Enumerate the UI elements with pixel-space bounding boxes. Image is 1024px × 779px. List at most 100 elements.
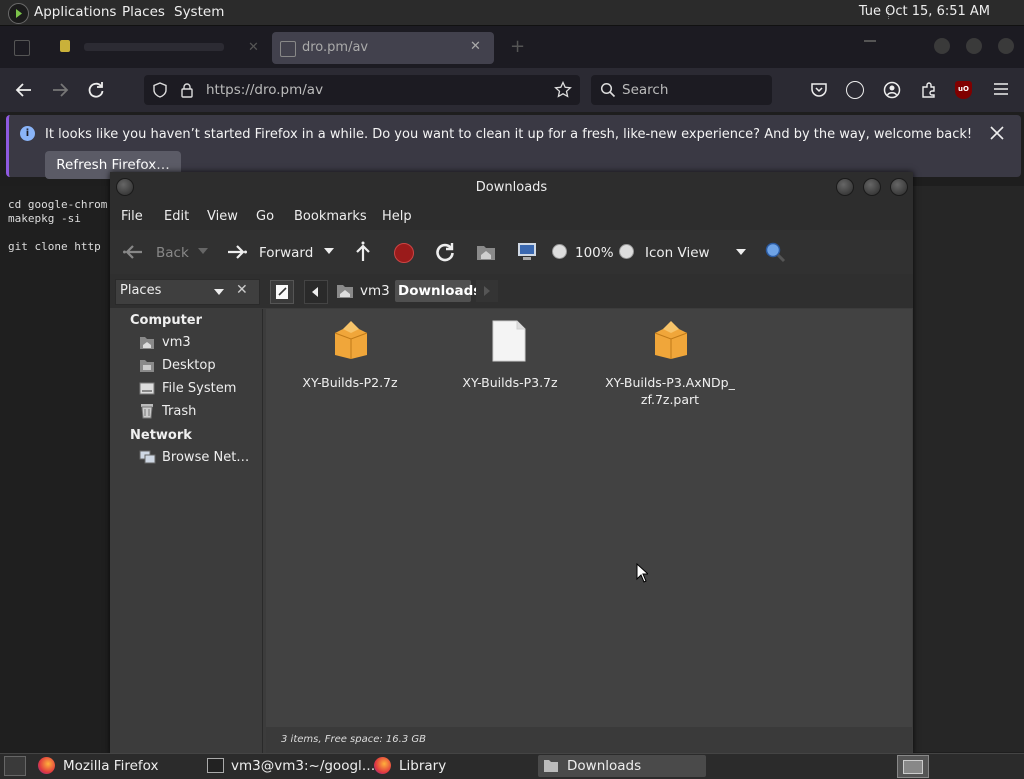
sidebar-item-vm3[interactable]: vm3	[138, 334, 258, 354]
url-bar[interactable]: https://dro.pm/av	[144, 75, 580, 105]
workspace-switcher[interactable]	[897, 755, 929, 778]
breadcrumb-right-arrow[interactable]	[476, 280, 498, 302]
zoom-in-icon[interactable]	[619, 244, 634, 259]
sidebar-item-browse-network[interactable]: Browse Net…	[138, 449, 262, 469]
home-folder-icon[interactable]	[476, 243, 496, 261]
computer-icon[interactable]	[516, 242, 538, 262]
breadcrumb-downloads[interactable]: Downloads	[395, 280, 481, 302]
taskbar-item-terminal[interactable]: vm3@vm3:~/googl…	[231, 756, 375, 776]
file-manager-titlebar[interactable]: Downloads	[110, 172, 913, 204]
stop-icon[interactable]	[394, 243, 414, 263]
shield-icon[interactable]	[152, 82, 168, 98]
minimize-window-icon[interactable]	[836, 178, 854, 196]
window-menu-icon[interactable]	[116, 178, 134, 196]
distro-logo-icon[interactable]	[8, 3, 29, 24]
terminal-line: cd google-chrom	[8, 198, 108, 211]
background-tab-label[interactable]	[84, 43, 224, 51]
back-icon[interactable]	[122, 242, 144, 262]
up-icon[interactable]	[353, 241, 373, 263]
pocket-icon[interactable]	[810, 81, 828, 99]
menu-edit[interactable]: Edit	[164, 209, 189, 224]
clock[interactable]: Tue Oct 15, 6:51 AM	[859, 4, 990, 19]
tab-close-icon[interactable]: ✕	[470, 39, 481, 54]
breadcrumb-vm3[interactable]: vm3	[332, 280, 390, 302]
file-item[interactable]: XY-Builds-P2.7z	[270, 317, 430, 407]
forward-button-label[interactable]: Forward	[259, 245, 313, 261]
reload-icon[interactable]	[86, 80, 106, 100]
sidebar-item-label: Desktop	[162, 358, 216, 373]
back-arrow-icon[interactable]	[14, 80, 34, 100]
top-panel: Applications Places System Tue Oct 15, 6…	[0, 0, 1024, 26]
drive-icon	[139, 381, 155, 396]
taskbar-item-firefox[interactable]: Mozilla Firefox	[63, 756, 159, 776]
minimize-browser-icon[interactable]	[934, 38, 950, 54]
tab-favicon-icon	[280, 41, 296, 57]
tab-overview-icon[interactable]	[14, 40, 30, 56]
menu-bookmarks[interactable]: Bookmarks	[294, 209, 367, 224]
sidebar-item-label: vm3	[162, 335, 191, 350]
view-mode-dropdown-icon[interactable]	[736, 249, 746, 255]
bookmark-star-icon[interactable]	[554, 81, 572, 99]
close-sidebar-icon[interactable]: ✕	[236, 282, 248, 298]
search-placeholder: Search	[622, 82, 669, 98]
search-bar[interactable]: Search	[591, 75, 772, 105]
back-dropdown-icon[interactable]	[198, 248, 208, 254]
places-combo-label: Places	[120, 283, 162, 298]
ublock-origin-icon[interactable]: uO	[955, 81, 972, 99]
new-tab-icon[interactable]: +	[510, 36, 525, 57]
terminal-window[interactable]: cd google-chrom makepkg -si git clone ht…	[0, 186, 112, 752]
sidebar-item-desktop[interactable]: Desktop	[138, 357, 258, 377]
zoom-level: 100%	[575, 245, 614, 261]
menu-view[interactable]: View	[207, 209, 238, 224]
back-button-label[interactable]: Back	[156, 245, 189, 261]
toggle-location-entry-icon[interactable]	[270, 280, 294, 304]
places-menu[interactable]: Places	[122, 4, 165, 20]
show-desktop-icon[interactable]	[4, 756, 26, 776]
close-browser-icon[interactable]	[998, 38, 1014, 54]
sidebar-item-label: Trash	[162, 404, 197, 419]
document-icon	[491, 319, 527, 363]
account-icon[interactable]	[883, 81, 901, 99]
forward-icon[interactable]	[226, 242, 248, 262]
breadcrumb-left-arrow[interactable]	[304, 280, 328, 304]
folder-icon	[543, 759, 559, 773]
places-sidebar: Computer vm3 Desktop File System Trash N…	[112, 309, 263, 753]
list-tabs-icon[interactable]	[864, 40, 876, 42]
reload-icon[interactable]	[434, 241, 456, 263]
taskbar-item-label: Downloads	[567, 758, 642, 774]
close-window-icon[interactable]	[890, 178, 908, 196]
extensions-puzzle-icon[interactable]	[920, 81, 938, 99]
sidebar-item-label: Browse Net…	[162, 450, 250, 465]
taskbar-item-library[interactable]: Library	[399, 756, 446, 776]
menu-go[interactable]: Go	[256, 209, 274, 224]
pinned-tab-favicon-icon[interactable]	[60, 40, 70, 52]
zoom-out-icon[interactable]	[552, 244, 567, 259]
forward-dropdown-icon[interactable]	[324, 248, 334, 254]
url-text[interactable]: https://dro.pm/av	[206, 82, 323, 98]
tab-title: dro.pm/av	[302, 40, 369, 55]
sidebar-item-file-system[interactable]: File System	[138, 380, 258, 400]
sidebar-header-computer: Computer	[130, 313, 203, 328]
maximize-browser-icon[interactable]	[966, 38, 982, 54]
taskbar-item-downloads-active[interactable]: Downloads	[538, 755, 706, 777]
extension-circle-icon[interactable]	[846, 81, 864, 99]
file-icon-view[interactable]: XY-Builds-P2.7z XY-Builds-P3.7z XY-Build…	[266, 309, 912, 727]
forward-arrow-icon[interactable]	[50, 80, 70, 100]
search-icon[interactable]	[764, 241, 786, 263]
file-item[interactable]: XY-Builds-P3.AxNDp_ zf.7z.part	[590, 317, 750, 412]
menu-help[interactable]: Help	[382, 209, 412, 224]
sidebar-item-trash[interactable]: Trash	[138, 403, 258, 423]
menu-file[interactable]: File	[121, 209, 143, 224]
system-menu[interactable]: System	[174, 4, 224, 20]
view-mode-select[interactable]: Icon View	[645, 245, 710, 261]
maximize-window-icon[interactable]	[863, 178, 881, 196]
terminal-line: makepkg -si	[8, 212, 81, 225]
lock-icon[interactable]	[180, 82, 194, 98]
notification-close-icon[interactable]	[988, 124, 1006, 142]
active-tab[interactable]: dro.pm/av ✕	[272, 32, 494, 64]
left-triangle-icon	[312, 287, 318, 297]
hamburger-menu-icon[interactable]	[993, 82, 1009, 96]
file-item[interactable]: XY-Builds-P3.7z	[430, 317, 590, 407]
applications-menu[interactable]: Applications	[34, 4, 116, 20]
background-tab-close-icon[interactable]: ✕	[248, 40, 259, 55]
